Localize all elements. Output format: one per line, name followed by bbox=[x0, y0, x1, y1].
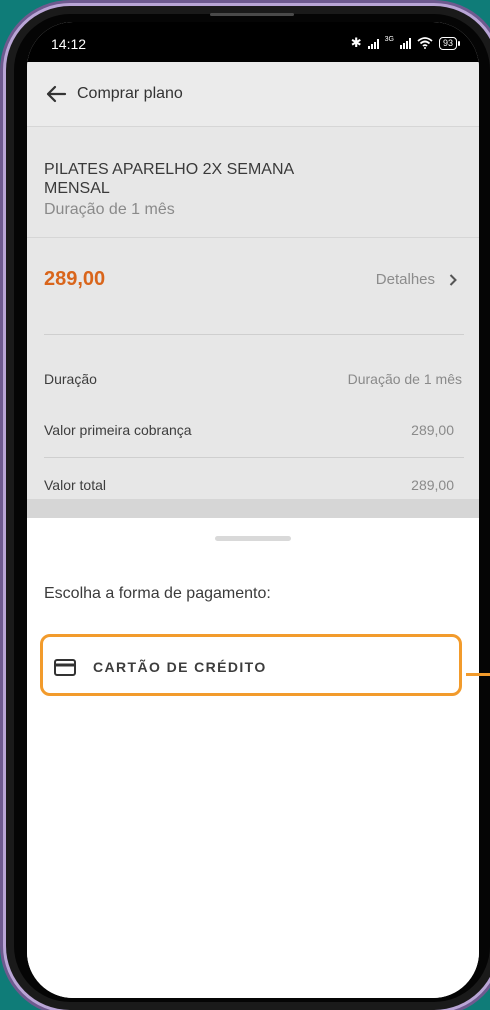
battery-icon: 93 bbox=[438, 36, 461, 50]
wifi-icon bbox=[417, 37, 433, 49]
status-bar: 14:12 ✱ 3G 93 bbox=[27, 22, 479, 62]
divider bbox=[44, 457, 464, 458]
highlight-connector bbox=[466, 673, 490, 676]
details-link[interactable]: Detalhes bbox=[376, 271, 457, 288]
total-label: Valor total bbox=[44, 477, 106, 493]
plan-duration: Duração de 1 mês bbox=[44, 201, 175, 218]
bluetooth-icon: ✱ bbox=[350, 35, 362, 50]
total-value: 289,00 bbox=[411, 477, 454, 493]
app-header: Comprar plano bbox=[27, 62, 479, 127]
credit-card-label: CARTÃO DE CRÉDITO bbox=[93, 659, 267, 675]
credit-card-option[interactable]: CARTÃO DE CRÉDITO bbox=[40, 634, 462, 696]
duration-label: Duração bbox=[44, 371, 97, 387]
arrow-left-icon[interactable] bbox=[45, 84, 67, 104]
details-label: Detalhes bbox=[375, 271, 435, 288]
plan-name: PILATES APARELHO 2X SEMANA MENSAL bbox=[44, 161, 294, 197]
payment-bottom-sheet: Escolha a forma de pagamento: CARTÃO DE … bbox=[27, 518, 479, 998]
status-time: 14:12 bbox=[51, 36, 87, 52]
signal-icon-2 bbox=[399, 37, 411, 49]
chevron-right-icon bbox=[449, 273, 457, 286]
sheet-drag-handle[interactable] bbox=[215, 536, 291, 541]
divider bbox=[44, 334, 464, 335]
payment-prompt: Escolha a forma de pagamento: bbox=[44, 585, 271, 602]
sheet-backdrop bbox=[27, 499, 479, 519]
network-type-label: 3G bbox=[384, 35, 394, 43]
price-details: 289,00 Detalhes Duração Duração de 1 mês… bbox=[27, 238, 479, 518]
phone-screen: 14:12 ✱ 3G 93 Comprar plano PILATES APAR… bbox=[27, 22, 479, 998]
speaker-slot bbox=[210, 13, 294, 16]
plan-price: 289,00 bbox=[44, 268, 106, 290]
credit-card-icon bbox=[54, 659, 76, 676]
signal-icon bbox=[367, 37, 379, 49]
duration-value: Duração de 1 mês bbox=[347, 371, 462, 387]
status-icons: ✱ 3G 93 bbox=[350, 35, 461, 51]
first-charge-label: Valor primeira cobrança bbox=[44, 422, 192, 438]
plan-summary: PILATES APARELHO 2X SEMANA MENSAL Duraçã… bbox=[27, 127, 479, 238]
first-charge-value: 289,00 bbox=[411, 422, 454, 438]
page-title: Comprar plano bbox=[77, 85, 183, 102]
